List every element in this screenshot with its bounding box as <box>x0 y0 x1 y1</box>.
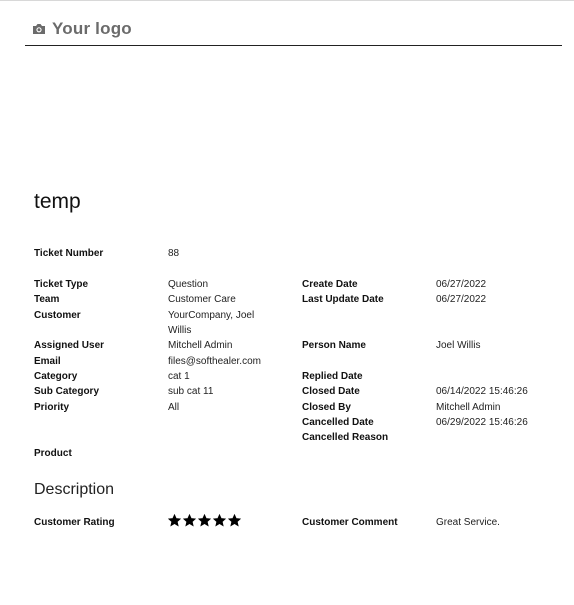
create-date-label: Create Date <box>302 279 358 290</box>
customer-comment-value: Great Service. <box>436 517 500 528</box>
camera-icon <box>32 23 46 35</box>
closed-date-value: 06/14/2022 15:46:26 <box>436 386 528 397</box>
customer-label: Customer <box>34 310 81 321</box>
create-date-value: 06/27/2022 <box>436 279 487 290</box>
star-icon <box>198 514 211 527</box>
cancelled-date-label: Cancelled Date <box>302 417 374 428</box>
assigned-user-value: Mitchell Admin <box>168 340 233 351</box>
star-icon <box>168 514 181 527</box>
product-label: Product <box>34 448 72 459</box>
star-icon <box>183 514 196 527</box>
cancelled-reason-label: Cancelled Reason <box>302 432 389 443</box>
replied-date-label: Replied Date <box>302 371 363 382</box>
sub-category-label: Sub Category <box>34 386 100 397</box>
top-border <box>0 0 574 1</box>
sub-category-value: sub cat 11 <box>168 386 214 397</box>
category-label: Category <box>34 371 78 382</box>
closed-by-value: Mitchell Admin <box>436 402 501 413</box>
ticket-number-value: 88 <box>168 248 180 259</box>
ticket-title: temp <box>34 190 81 213</box>
team-value: Customer Care <box>168 294 236 305</box>
email-value: files@softhealer.com <box>168 356 261 367</box>
cancelled-date-value: 06/29/2022 15:46:26 <box>436 417 528 428</box>
star-icon <box>213 514 226 527</box>
customer-value: YourCompany, Joel Willis <box>168 310 255 336</box>
star-icon <box>228 514 241 527</box>
last-update-date-label: Last Update Date <box>302 294 384 305</box>
team-label: Team <box>34 294 60 305</box>
assigned-user-label: Assigned User <box>34 340 105 351</box>
logo-text: Your logo <box>52 19 132 38</box>
customer-rating-label: Customer Rating <box>34 517 115 528</box>
email-label: Email <box>34 356 61 367</box>
ticket-number-label: Ticket Number <box>34 248 104 259</box>
closed-date-label: Closed Date <box>302 386 360 397</box>
last-update-date-value: 06/27/2022 <box>436 294 487 305</box>
ticket-type-label: Ticket Type <box>34 279 89 290</box>
person-name-label: Person Name <box>302 340 366 351</box>
priority-value: All <box>168 402 180 413</box>
description-heading: Description <box>34 481 115 498</box>
report-header: Your logo <box>25 19 562 46</box>
person-name-value: Joel Willis <box>436 340 481 351</box>
category-value: cat 1 <box>168 371 190 382</box>
ticket-type-value: Question <box>168 279 209 290</box>
customer-rating-stars <box>168 514 241 527</box>
company-logo: Your logo <box>32 19 132 39</box>
customer-comment-label: Customer Comment <box>302 517 398 528</box>
priority-label: Priority <box>34 402 70 413</box>
closed-by-label: Closed By <box>302 402 351 413</box>
